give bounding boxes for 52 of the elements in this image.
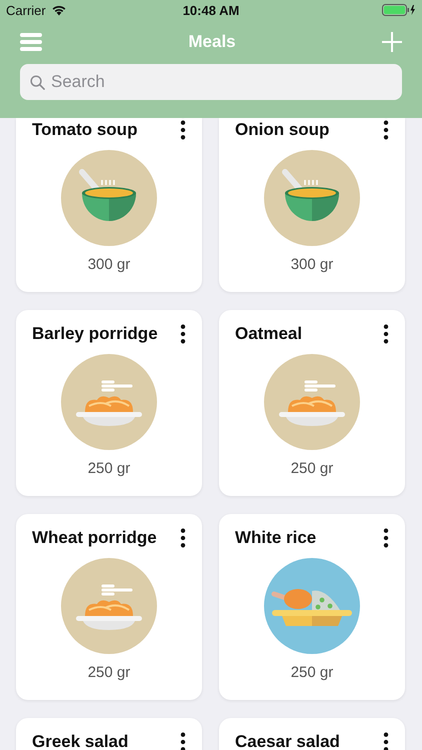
more-button[interactable] [383, 528, 389, 548]
meal-card[interactable]: White rice 250 gr [219, 514, 405, 700]
meal-card[interactable]: Greek salad [16, 718, 202, 750]
search-field[interactable]: Search [20, 64, 402, 100]
meal-name: Onion soup [235, 120, 330, 140]
meal-name: Oatmeal [235, 324, 302, 344]
meal-weight: 300 gr [290, 256, 334, 273]
clock-time: 10:48 AM [182, 2, 240, 18]
meal-card[interactable]: Wheat porridge 250 gr [16, 514, 202, 700]
more-icon [383, 528, 389, 548]
menu-icon [20, 32, 42, 52]
more-button[interactable] [180, 528, 186, 548]
meal-card[interactable]: Tomato soup 300 gr [16, 118, 202, 292]
meal-weight: 250 gr [290, 664, 334, 681]
meal-card[interactable]: Barley porridge 250 gr [16, 310, 202, 496]
meal-name: Tomato soup [32, 120, 138, 140]
meal-name: White rice [235, 528, 316, 548]
more-button[interactable] [180, 732, 186, 750]
more-button[interactable] [383, 120, 389, 140]
more-icon [383, 732, 389, 750]
battery-icon [382, 4, 416, 16]
pasta-plate-icon [61, 558, 157, 654]
meal-card[interactable]: Oatmeal 250 gr [219, 310, 405, 496]
more-button[interactable] [383, 732, 389, 750]
more-button[interactable] [180, 324, 186, 344]
meal-card[interactable]: Caesar salad [219, 718, 405, 750]
meal-weight: 250 gr [290, 460, 334, 477]
meal-card[interactable]: Onion soup 300 gr [219, 118, 405, 292]
soup-bowl-icon [264, 150, 360, 246]
plus-icon [382, 32, 402, 52]
wifi-icon [50, 4, 67, 16]
meal-weight: 250 gr [88, 460, 130, 477]
pasta-plate-icon [61, 354, 157, 450]
meal-weight: 250 gr [88, 664, 130, 681]
more-icon [180, 324, 186, 344]
more-icon [180, 120, 186, 140]
screen-title: Meals [188, 32, 236, 52]
meal-name: Wheat porridge [32, 528, 157, 548]
meal-weight: 300 gr [88, 256, 130, 273]
chicken-plate-icon [264, 558, 360, 654]
carrier-label: Carrier [6, 2, 46, 18]
soup-bowl-icon [61, 150, 157, 246]
meal-name: Caesar salad [235, 732, 340, 750]
meal-name: Greek salad [32, 732, 128, 750]
more-button[interactable] [180, 120, 186, 140]
more-button[interactable] [383, 324, 389, 344]
more-icon [383, 324, 389, 344]
more-icon [180, 528, 186, 548]
more-icon [383, 120, 389, 140]
meal-name: Barley porridge [32, 324, 158, 344]
more-icon [180, 732, 186, 750]
pasta-plate-icon [264, 354, 360, 450]
